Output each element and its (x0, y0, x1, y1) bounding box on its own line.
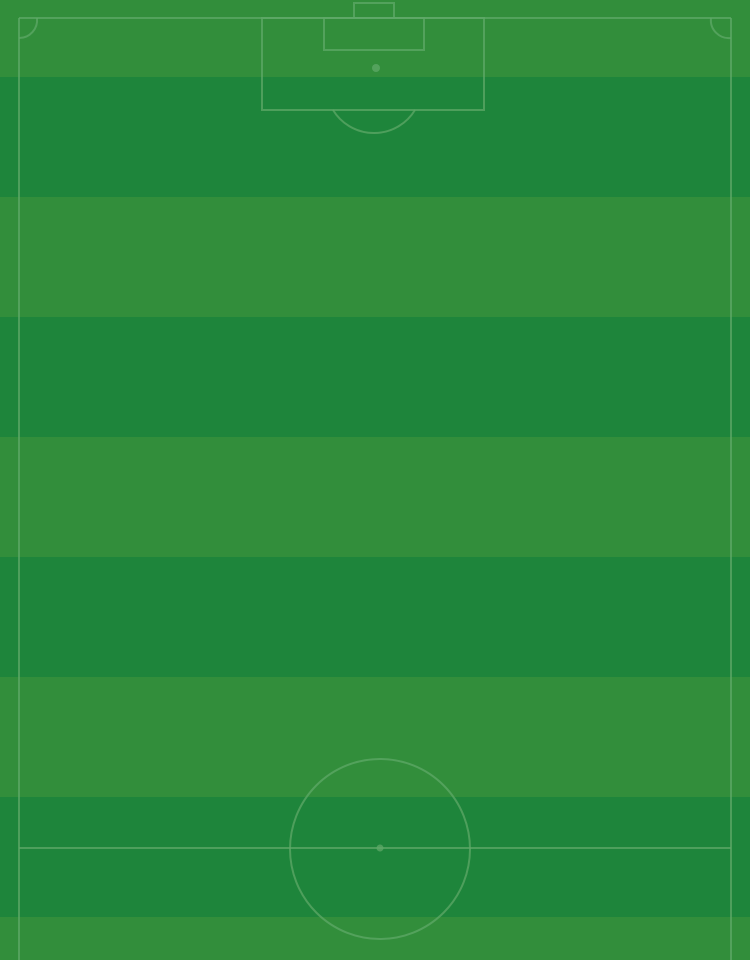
grass-stripe (0, 437, 750, 557)
grass-stripes (0, 0, 750, 960)
grass-stripe (0, 677, 750, 797)
grass-stripe (0, 317, 750, 437)
football-pitch[interactable] (0, 0, 750, 960)
grass-stripe (0, 557, 750, 677)
center-spot (376, 844, 384, 852)
grass-stripe (0, 77, 750, 197)
grass-stripe (0, 197, 750, 317)
pitch-canvas[interactable] (0, 0, 750, 960)
penalty-spot (372, 64, 380, 72)
grass-stripe (0, 797, 750, 917)
